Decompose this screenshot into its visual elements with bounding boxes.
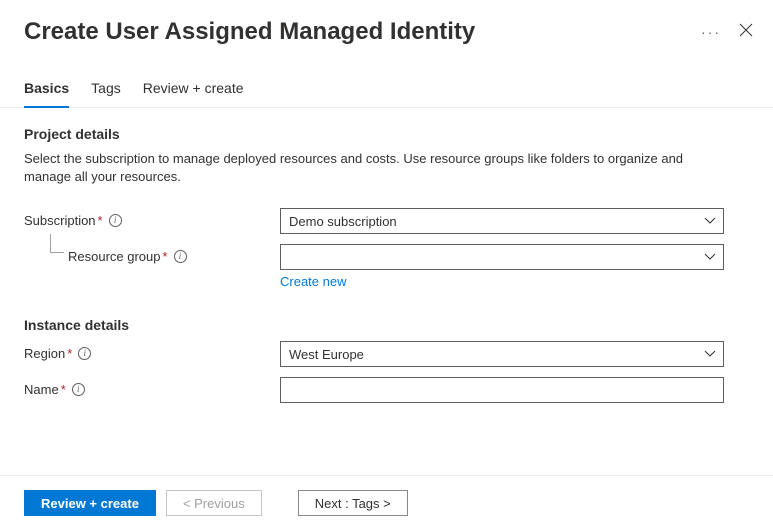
next-button[interactable]: Next : Tags >	[298, 490, 408, 516]
create-new-link[interactable]: Create new	[280, 274, 346, 289]
previous-button: < Previous	[166, 490, 262, 516]
name-input[interactable]	[280, 377, 724, 403]
review-create-button[interactable]: Review + create	[24, 490, 156, 516]
info-icon[interactable]: i	[174, 250, 187, 263]
info-icon[interactable]: i	[72, 383, 85, 396]
info-icon[interactable]: i	[109, 214, 122, 227]
tab-tags[interactable]: Tags	[91, 80, 121, 108]
info-icon[interactable]: i	[78, 347, 91, 360]
subscription-label: Subscription* i	[24, 208, 280, 228]
resource-group-label: Resource group* i	[24, 244, 280, 264]
region-select[interactable]: West Europe	[280, 341, 724, 367]
footer: Review + create < Previous Next : Tags >	[0, 475, 773, 530]
region-label: Region* i	[24, 341, 280, 361]
name-label: Name* i	[24, 377, 280, 397]
project-details-heading: Project details	[24, 126, 749, 142]
project-details-description: Select the subscription to manage deploy…	[24, 150, 684, 186]
tab-basics[interactable]: Basics	[24, 80, 69, 108]
subscription-select[interactable]: Demo subscription	[280, 208, 724, 234]
instance-details-heading: Instance details	[24, 317, 749, 333]
page-title: Create User Assigned Managed Identity	[24, 18, 475, 46]
tabs: Basics Tags Review + create	[0, 46, 773, 108]
close-icon[interactable]	[739, 23, 753, 41]
tab-review[interactable]: Review + create	[143, 80, 244, 108]
more-icon[interactable]: ···	[701, 24, 721, 40]
resource-group-select[interactable]	[280, 244, 724, 270]
